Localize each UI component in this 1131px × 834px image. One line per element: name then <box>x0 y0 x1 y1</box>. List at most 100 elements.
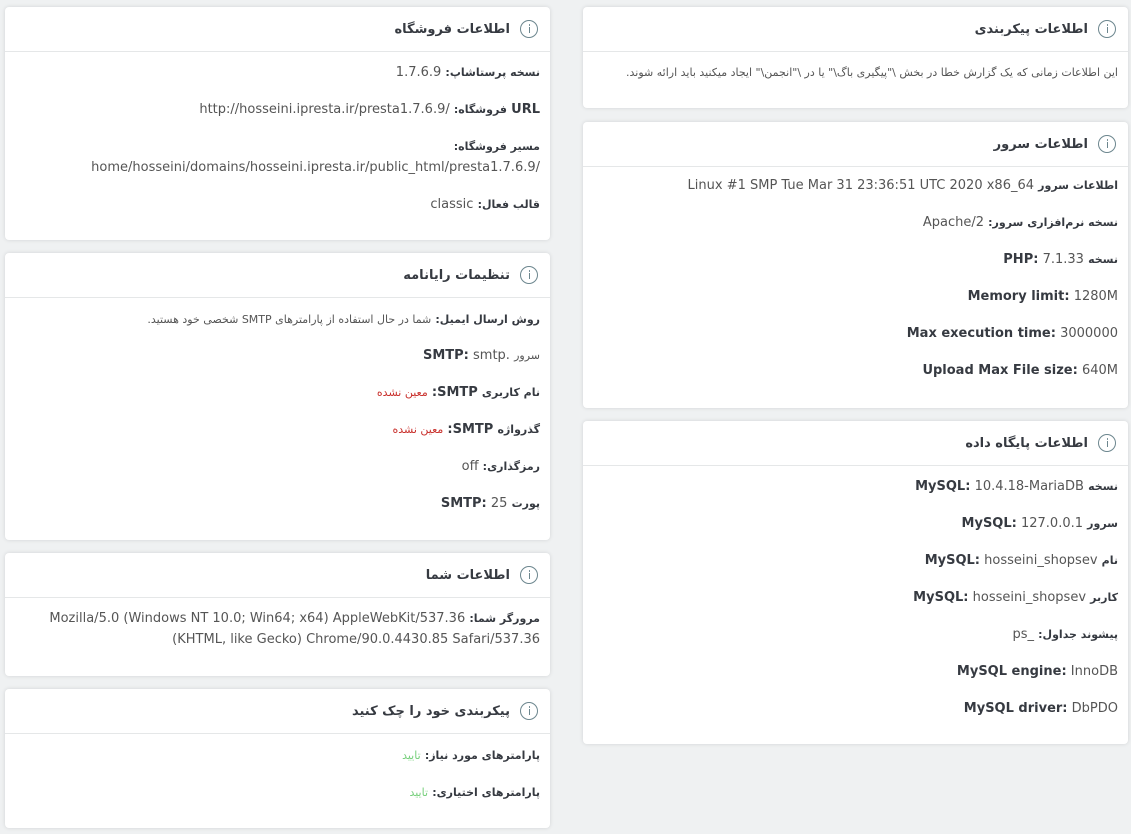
max-execution-value: 3000000 <box>1060 326 1118 341</box>
mysql-version-value: 10.4.18-MariaDB <box>974 479 1084 494</box>
mysql-version-row: نسخه MySQL: 10.4.18-MariaDB <box>593 479 1118 494</box>
shop-url-value: http://hosseini.ipresta.ir/presta1.7.6.9… <box>199 102 450 117</box>
smtp-user-label: نام کاربری <box>481 386 540 399</box>
prestashop-version-value: 1.7.6.9 <box>395 65 442 80</box>
smtp-user-row: نام کاربری SMTP: معین نشده <box>15 385 540 400</box>
server-software-row: نسخه نرم‌افزاری سرور: Apache/2 <box>593 215 1118 230</box>
mysql-name-value: hosseini_shopsev <box>984 553 1098 568</box>
mysql-user-label-en: MySQL: <box>913 590 969 605</box>
server-info-panel: اطلاعات سرور اطلاعات سرور Linux #1 SMP T… <box>583 122 1128 408</box>
table-prefix-row: پیشوند جداول: ps_ <box>593 627 1118 642</box>
mysql-server-label-en: MySQL: <box>961 516 1017 531</box>
server-os-label: اطلاعات سرور <box>1038 179 1118 192</box>
mail-settings-header: تنظیمات رایانامه <box>5 253 550 298</box>
config-info-panel: اطلاعات پیکربندی این اطلاعات زمانی که یک… <box>583 7 1128 108</box>
smtp-server-label-en: SMTP: <box>422 348 469 363</box>
mail-method-label: روش ارسال ایمیل: <box>435 313 540 326</box>
mysql-server-value: 127.0.0.1 <box>1020 516 1084 531</box>
mail-settings-panel: تنظیمات رایانامه روش ارسال ایمیل: شما در… <box>5 253 550 540</box>
browser-row: مرورگر شما: Mozilla/5.0 (Windows NT 10.0… <box>15 611 540 626</box>
shop-url-label: فروشگاه: <box>453 103 507 116</box>
browser-value-line2: (KHTML, like Gecko) Chrome/90.0.4430.85 … <box>172 632 540 647</box>
table-prefix-value: ps_ <box>1012 627 1034 642</box>
smtp-user-label-en: SMTP: <box>431 385 478 400</box>
shop-url-row: URL فروشگاه: http://hosseini.ipresta.ir/… <box>15 102 540 117</box>
mysql-engine-label: MySQL engine: <box>956 664 1067 679</box>
database-info-panel: اطلاعات پایگاه داده نسخه MySQL: 10.4.18-… <box>583 421 1128 744</box>
optional-params-row: پارامترهای اختیاری: تایید <box>15 785 540 800</box>
browser-row-2: (KHTML, like Gecko) Chrome/90.0.4430.85 … <box>15 632 540 647</box>
php-version-value: 7.1.33 <box>1042 252 1084 267</box>
memory-limit-value: 1280M <box>1073 289 1118 304</box>
mail-settings-title: تنظیمات رایانامه <box>403 267 510 283</box>
optional-params-value: تایید <box>409 786 429 799</box>
mysql-driver-value: DbPDO <box>1071 701 1118 716</box>
max-execution-row: Max execution time: 3000000 <box>593 326 1118 341</box>
shop-info-header: اطلاعات فروشگاه <box>5 7 550 52</box>
mysql-version-label: نسخه <box>1088 480 1118 493</box>
shop-info-panel: اطلاعات فروشگاه نسخه پرستاشاپ: 1.7.6.9 U… <box>5 7 550 240</box>
server-os-value: Linux #1 SMP Tue Mar 31 23:36:51 UTC 202… <box>687 178 1035 193</box>
smtp-port-row: پورت SMTP: 25 <box>15 496 540 511</box>
required-params-row: پارامترهای مورد نیاز: تایید <box>15 748 540 763</box>
required-params-label: پارامترهای مورد نیاز: <box>424 749 540 762</box>
smtp-password-label: گذرواژه <box>497 423 540 436</box>
database-info-title: اطلاعات پایگاه داده <box>965 435 1088 451</box>
active-theme-value: classic <box>430 197 474 212</box>
shop-info-title: اطلاعات فروشگاه <box>394 21 510 37</box>
upload-max-row: Upload Max File size: 640M <box>593 363 1118 378</box>
server-info-header: اطلاعات سرور <box>583 122 1128 167</box>
mysql-server-label: سرور <box>1087 517 1118 530</box>
mysql-user-label: کاربر <box>1090 591 1118 604</box>
config-info-title: اطلاعات پیکربندی <box>974 21 1088 37</box>
smtp-server-row: سرور SMTP: smtp. <box>15 348 540 363</box>
mysql-engine-value: InnoDB <box>1070 664 1118 679</box>
info-icon <box>520 20 538 38</box>
server-software-label: نسخه نرم‌افزاری سرور: <box>988 216 1118 229</box>
check-config-title: پیکربندی خود را چک کنید <box>351 703 510 719</box>
config-info-header: اطلاعات پیکربندی <box>583 7 1128 52</box>
info-icon <box>520 266 538 284</box>
info-icon <box>1098 434 1116 452</box>
upload-max-value: 640M <box>1081 363 1118 378</box>
prestashop-version-row: نسخه پرستاشاپ: 1.7.6.9 <box>15 65 540 80</box>
mysql-server-row: سرور MySQL: 127.0.0.1 <box>593 516 1118 531</box>
info-icon <box>520 702 538 720</box>
smtp-port-value: 25 <box>490 496 508 511</box>
prestashop-version-label: نسخه پرستاشاپ: <box>445 66 540 79</box>
mysql-name-row: نام MySQL: hosseini_shopsev <box>593 553 1118 568</box>
memory-limit-label: Memory limit: <box>967 289 1070 304</box>
info-icon <box>1098 20 1116 38</box>
encryption-value: off <box>461 459 479 474</box>
mysql-user-row: کاربر MySQL: hosseini_shopsev <box>593 590 1118 605</box>
browser-value-line1: Mozilla/5.0 (Windows NT 10.0; Win64; x64… <box>49 611 466 626</box>
encryption-row: رمزگذاری: off <box>15 459 540 474</box>
check-config-header: پیکربندی خود را چک کنید <box>5 689 550 734</box>
shop-path-label: مسیر فروشگاه: <box>453 140 540 153</box>
server-info-title: اطلاعات سرور <box>993 136 1088 152</box>
upload-max-label: Upload Max File size: <box>922 363 1078 378</box>
smtp-server-value: smtp. <box>473 348 510 363</box>
shop-path-label-row: مسیر فروشگاه: <box>15 139 540 154</box>
your-info-header: اطلاعات شما <box>5 553 550 598</box>
active-theme-label: قالب فعال: <box>477 198 540 211</box>
max-execution-label: Max execution time: <box>906 326 1056 341</box>
shop-path-value: home/hosseini/domains/hosseini.ipresta.i… <box>91 160 540 175</box>
table-prefix-label: پیشوند جداول: <box>1038 628 1118 641</box>
smtp-server-label: سرور <box>514 349 540 362</box>
php-version-row: نسخه PHP: 7.1.33 <box>593 252 1118 267</box>
server-os-row: اطلاعات سرور Linux #1 SMP Tue Mar 31 23:… <box>593 178 1118 193</box>
mysql-user-value: hosseini_shopsev <box>972 590 1087 605</box>
your-info-title: اطلاعات شما <box>425 567 510 583</box>
mysql-name-label-en: MySQL: <box>924 553 980 568</box>
mysql-engine-row: MySQL engine: InnoDB <box>593 664 1118 679</box>
mysql-driver-row: MySQL driver: DbPDO <box>593 701 1118 716</box>
shop-path-value-row: home/hosseini/domains/hosseini.ipresta.i… <box>15 160 540 175</box>
config-info-text: این اطلاعات زمانی که یک گزارش خطا در بخش… <box>626 66 1118 79</box>
required-params-value: تایید <box>402 749 421 762</box>
smtp-port-label: پورت <box>511 497 540 510</box>
active-theme-row: قالب فعال: classic <box>15 197 540 212</box>
php-version-label: نسخه <box>1088 253 1118 266</box>
mysql-name-label: نام <box>1101 554 1118 567</box>
memory-limit-row: Memory limit: 1280M <box>593 289 1118 304</box>
